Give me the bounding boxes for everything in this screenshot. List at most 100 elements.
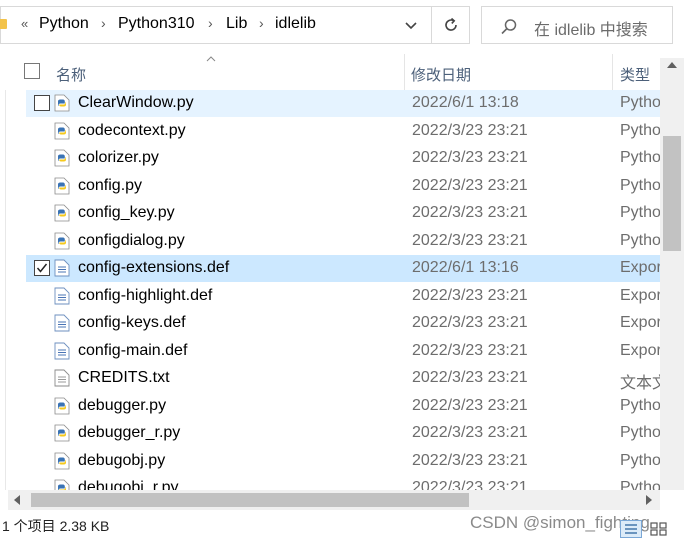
refresh-icon[interactable] [441,15,461,35]
file-date-modified: 2022/6/1 13:16 [412,259,519,276]
python-file-icon [54,424,70,442]
file-date-modified: 2022/3/23 23:21 [412,204,528,221]
chevron-down-icon[interactable] [403,17,419,33]
file-row[interactable]: colorizer.py 2022/3/23 23:21 Pytho [26,145,660,172]
file-name: debugger.py [78,396,167,414]
file-type: Pytho [620,149,660,166]
file-type: Pytho [620,451,660,469]
breadcrumb-lib[interactable]: Lib [226,15,247,33]
file-row[interactable]: debugger_r.py 2022/3/23 23:21 Pytho [26,420,660,447]
file-row[interactable]: codecontext.py 2022/3/23 23:21 Pytho [26,118,660,145]
breadcrumb-python310[interactable]: Python310 [118,15,195,33]
search-input[interactable]: 在 idlelib 中搜索 [481,6,673,44]
def-file-icon [54,342,70,360]
file-row[interactable]: configdialog.py 2022/3/23 23:21 Pytho [26,228,660,255]
file-type: Expor [620,341,660,359]
search-placeholder: 在 idlelib 中搜索 [534,22,648,39]
search-icon [501,19,517,35]
breadcrumb-python[interactable]: Python [39,15,89,33]
file-name: debugobj_r.py [78,479,179,490]
column-header-name[interactable]: 名称 [56,64,86,85]
def-file-icon [54,259,70,277]
folder-icon [0,19,7,29]
file-name: config-main.def [78,341,188,359]
file-date-modified: 2022/3/23 23:21 [412,369,528,386]
scroll-right-icon[interactable] [646,495,652,505]
breadcrumb-idlelib[interactable]: idlelib [275,15,316,33]
file-row[interactable]: config_key.py 2022/3/23 23:21 Pytho [26,200,660,227]
address-bar[interactable]: « Python › Python310 › Lib › idlelib [0,6,470,44]
file-date-modified: 2022/3/23 23:21 [412,396,528,414]
breadcrumb-separator[interactable]: › [259,15,264,31]
file-row[interactable]: debugobj_r.py 2022/3/23 23:21 Pytho [26,475,660,490]
file-name: codecontext.py [78,121,186,139]
file-date-modified: 2022/3/23 23:21 [412,149,528,166]
file-date-modified: 2022/3/23 23:21 [412,121,528,139]
file-date-modified: 2022/3/23 23:21 [412,341,528,359]
column-header-date[interactable]: 修改日期 [411,64,471,85]
file-name: debugger_r.py [78,424,181,441]
file-date-modified: 2022/3/23 23:21 [412,479,528,490]
breadcrumb-separator[interactable]: › [208,15,213,31]
python-file-icon [54,94,70,112]
column-header-type[interactable]: 类型 [620,64,650,85]
file-row[interactable]: config-keys.def 2022/3/23 23:21 Expor [26,310,660,337]
file-list: ClearWindow.py 2022/6/1 13:18 Pytho codecon… [0,90,660,490]
file-date-modified: 2022/3/23 23:21 [412,314,528,331]
scroll-left-icon[interactable] [14,495,20,505]
python-file-icon [54,397,70,415]
file-row[interactable]: config-extensions.def 2022/6/1 13:16 Expor [26,255,660,282]
file-name: ClearWindow.py [78,94,194,111]
file-date-modified: 2022/3/23 23:21 [412,424,528,441]
python-file-icon [54,204,70,222]
file-name: CREDITS.txt [78,369,170,386]
def-file-icon [54,314,70,332]
file-row[interactable]: CREDITS.txt 2022/3/23 23:21 文本文 [26,365,660,392]
file-date-modified: 2022/3/23 23:21 [412,451,528,469]
file-type: Expor [620,314,660,331]
file-name: configdialog.py [78,231,185,249]
selection-status: 1 个项目 2.38 KB [2,518,110,534]
file-row[interactable]: config-main.def 2022/3/23 23:21 Expor [26,338,660,365]
divider [431,7,432,43]
file-type: Expor [620,286,660,304]
python-file-icon [54,149,70,167]
def-file-icon [54,287,70,305]
horizontal-scrollbar[interactable] [8,490,660,510]
file-name: colorizer.py [78,149,159,166]
file-name: config-keys.def [78,314,186,331]
python-file-icon [54,479,70,490]
vertical-scroll-thumb[interactable] [663,136,681,251]
row-checkbox[interactable] [34,260,50,276]
python-file-icon [54,122,70,140]
overflow-chevron-icon[interactable]: « [21,16,28,31]
file-name: debugobj.py [78,451,166,469]
text-file-icon [54,369,70,387]
select-all-checkbox[interactable] [24,63,40,79]
file-name: config-extensions.def [78,259,230,276]
file-type: 文本文 [620,375,660,392]
large-icons-view-icon[interactable] [648,520,670,538]
file-type: Pytho [620,204,660,221]
file-name: config-highlight.def [78,286,213,304]
file-row[interactable]: config-highlight.def 2022/3/23 23:21 Expor [26,283,660,310]
file-type: Pytho [620,231,660,249]
file-row[interactable]: config.py 2022/3/23 23:21 Pytho [26,173,660,200]
file-date-modified: 2022/3/23 23:21 [412,286,528,304]
file-row[interactable]: debugger.py 2022/3/23 23:21 Pytho [26,393,660,420]
horizontal-scroll-thumb[interactable] [31,493,469,507]
file-row[interactable]: debugobj.py 2022/3/23 23:21 Pytho [26,448,660,475]
vertical-scrollbar[interactable] [660,58,684,490]
row-checkbox[interactable] [34,95,50,111]
details-view-icon[interactable] [620,520,642,538]
column-divider[interactable] [612,54,613,90]
scroll-up-icon[interactable] [667,62,677,68]
python-file-icon [54,232,70,250]
file-type: Pytho [620,176,660,194]
file-row[interactable]: ClearWindow.py 2022/6/1 13:18 Pytho [26,90,660,117]
sort-ascending-icon [206,56,216,62]
column-divider[interactable] [404,54,405,90]
breadcrumb-separator[interactable]: › [101,15,106,31]
file-type: Expor [620,259,660,276]
python-file-icon [54,452,70,470]
